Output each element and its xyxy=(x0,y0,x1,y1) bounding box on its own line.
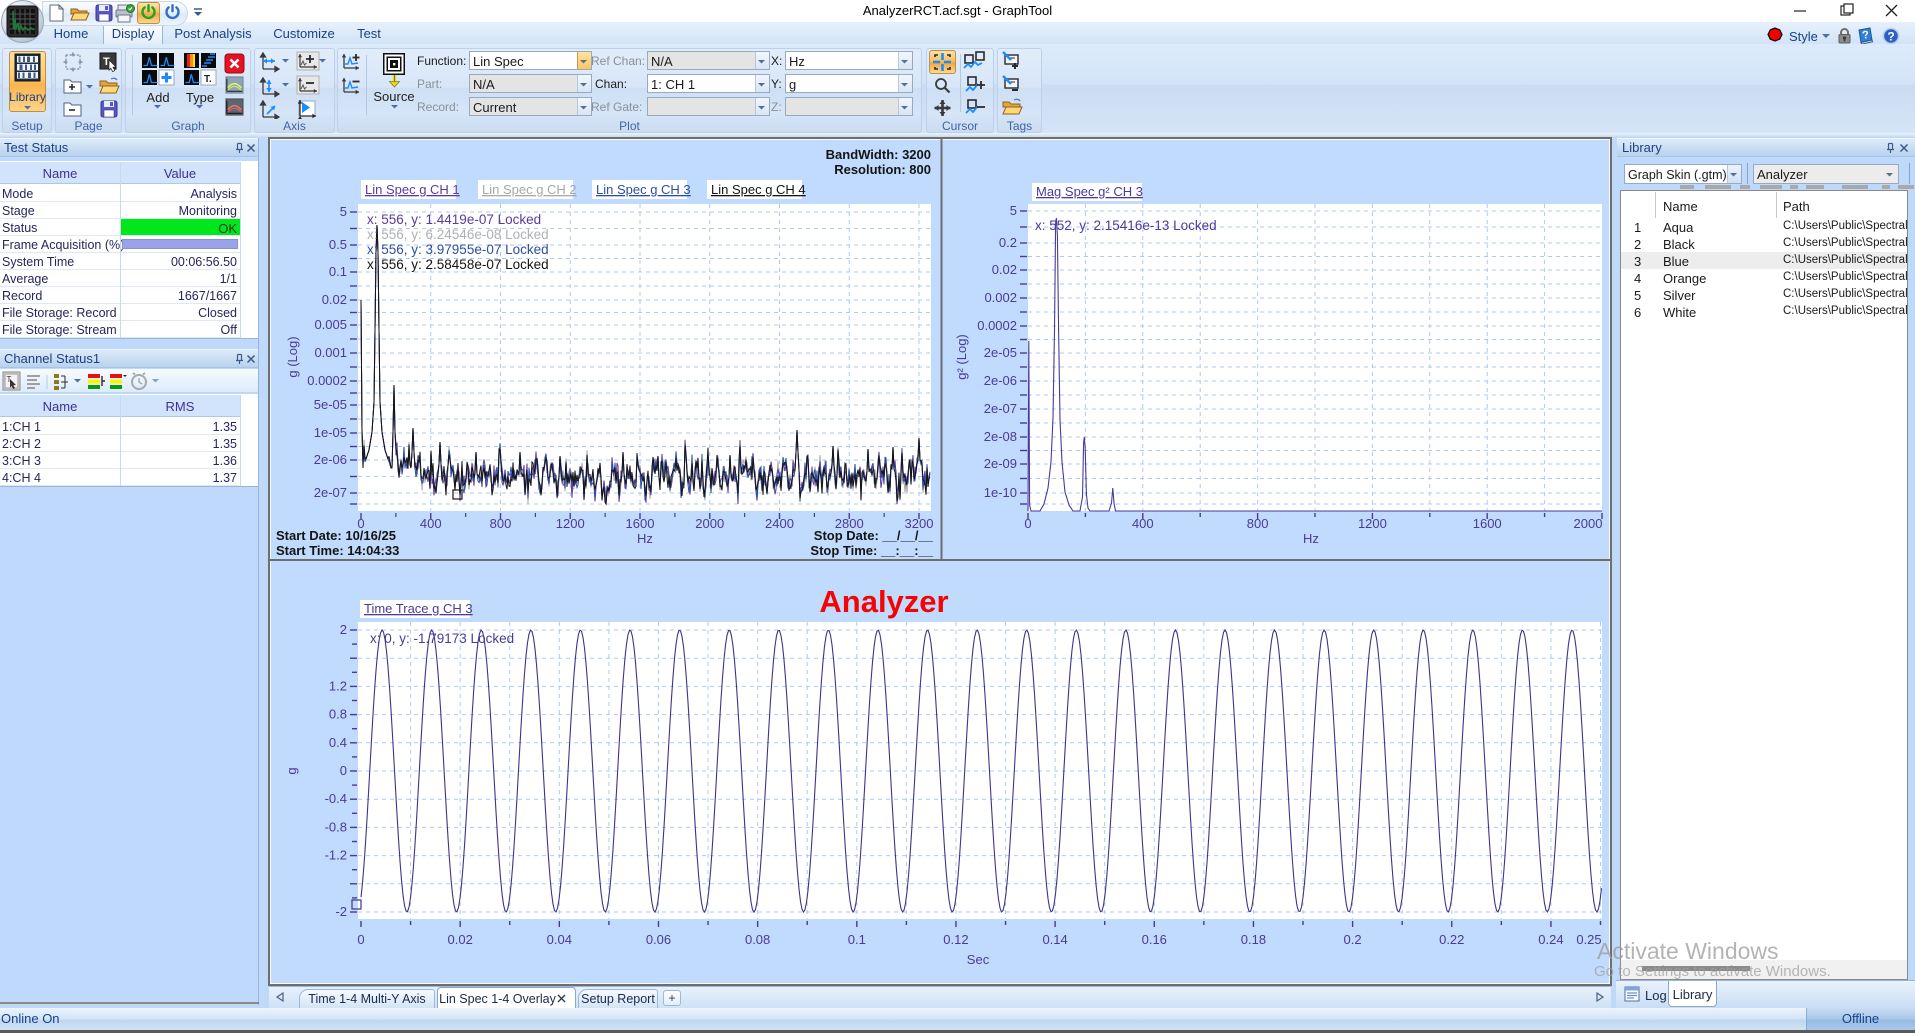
svg-text:Resolution: 800: Resolution: 800 xyxy=(834,162,931,177)
svg-text:Lin Spec g CH 4: Lin Spec g CH 4 xyxy=(711,182,806,197)
svg-text:2e-06: 2e-06 xyxy=(984,373,1017,388)
svg-text:0.04: 0.04 xyxy=(547,932,572,947)
svg-text:0.02: 0.02 xyxy=(322,292,347,307)
svg-text:2400: 2400 xyxy=(765,516,794,531)
svg-text:2000: 2000 xyxy=(695,516,724,531)
svg-text:-0.8: -0.8 xyxy=(325,819,347,834)
svg-text:Hz: Hz xyxy=(1303,531,1319,546)
svg-text:BandWidth: 3200: BandWidth: 3200 xyxy=(826,147,931,162)
svg-text:5: 5 xyxy=(340,204,347,219)
svg-text:g: g xyxy=(284,767,299,774)
svg-text:0.4: 0.4 xyxy=(329,735,347,750)
svg-text:Stop Date: __/__/__: Stop Date: __/__/__ xyxy=(814,528,934,543)
svg-text:Hz: Hz xyxy=(637,531,653,546)
svg-text:2e-09: 2e-09 xyxy=(984,456,1017,471)
svg-text:Analyzer: Analyzer xyxy=(819,584,948,619)
svg-text:0.002: 0.002 xyxy=(984,290,1017,305)
svg-text:0.0002: 0.0002 xyxy=(977,318,1017,333)
svg-text:0.24: 0.24 xyxy=(1538,932,1563,947)
svg-text:-2: -2 xyxy=(335,904,347,919)
svg-text:Mag Spec g² CH 3: Mag Spec g² CH 3 xyxy=(1036,184,1143,199)
svg-text:g (Log): g (Log) xyxy=(285,336,300,377)
svg-text:1200: 1200 xyxy=(556,516,585,531)
svg-text:0.02: 0.02 xyxy=(448,932,473,947)
svg-text:0.0002: 0.0002 xyxy=(307,373,347,388)
svg-text:1e-10: 1e-10 xyxy=(984,485,1017,500)
svg-text:2e-07: 2e-07 xyxy=(314,485,347,500)
svg-text:0.08: 0.08 xyxy=(745,932,770,947)
svg-text:800: 800 xyxy=(490,516,512,531)
svg-text:Sec: Sec xyxy=(967,952,990,967)
svg-text:0: 0 xyxy=(357,932,364,947)
svg-text:2e-05: 2e-05 xyxy=(984,345,1017,360)
svg-text:1.2: 1.2 xyxy=(329,678,347,693)
svg-text:Stop Time: __:__:__: Stop Time: __:__:__ xyxy=(810,543,933,558)
svg-text:0: 0 xyxy=(340,763,347,778)
svg-text:0.14: 0.14 xyxy=(1042,932,1067,947)
svg-text:x: 0, y: -1.79173 Locked: x: 0, y: -1.79173 Locked xyxy=(370,631,514,646)
svg-text:0.12: 0.12 xyxy=(943,932,968,947)
svg-text:1600: 1600 xyxy=(626,516,655,531)
svg-text:-1.2: -1.2 xyxy=(325,848,347,863)
svg-text:x: 556, y: 2.58458e-07 Locked: x: 556, y: 2.58458e-07 Locked xyxy=(367,257,549,272)
svg-text:Lin Spec g CH 2: Lin Spec g CH 2 xyxy=(482,182,577,197)
svg-text:2e-08: 2e-08 xyxy=(984,429,1017,444)
svg-text:0.2: 0.2 xyxy=(999,235,1017,250)
svg-text:0.06: 0.06 xyxy=(646,932,671,947)
svg-text:Start Time: 14:04:33: Start Time: 14:04:33 xyxy=(276,543,399,558)
svg-text:g² (Log): g² (Log) xyxy=(954,334,969,380)
svg-text:5e-05: 5e-05 xyxy=(314,397,347,412)
svg-text:0.18: 0.18 xyxy=(1241,932,1266,947)
svg-text:Lin Spec g CH 3: Lin Spec g CH 3 xyxy=(596,182,691,197)
svg-text:?: ? xyxy=(1887,29,1894,43)
svg-text:Start Date: 10/16/25: Start Date: 10/16/25 xyxy=(276,528,396,543)
svg-text:0.1: 0.1 xyxy=(329,264,347,279)
svg-text:x: 556, y: 6.24546e-08 Locked: x: 556, y: 6.24546e-08 Locked xyxy=(367,227,549,242)
svg-text:0.001: 0.001 xyxy=(314,345,347,360)
svg-text:-0.4: -0.4 xyxy=(325,791,347,806)
svg-text:x: 556, y: 3.97955e-07 Locked: x: 556, y: 3.97955e-07 Locked xyxy=(367,242,549,257)
svg-text:0.8: 0.8 xyxy=(329,707,347,722)
svg-text:1e-05: 1e-05 xyxy=(314,425,347,440)
svg-text:x: 556, y: 1.4419e-07 Locked: x: 556, y: 1.4419e-07 Locked xyxy=(367,212,541,227)
svg-text:0.2: 0.2 xyxy=(1344,932,1362,947)
svg-text:Time Trace g CH 3: Time Trace g CH 3 xyxy=(364,601,473,616)
svg-text:x: 552, y: 2.15416e-13 Locked: x: 552, y: 2.15416e-13 Locked xyxy=(1035,218,1217,233)
svg-text:2: 2 xyxy=(340,622,347,637)
svg-text:0.16: 0.16 xyxy=(1142,932,1167,947)
svg-text:0.22: 0.22 xyxy=(1439,932,1464,947)
svg-text:2000: 2000 xyxy=(1574,516,1603,531)
svg-text:0.005: 0.005 xyxy=(314,317,347,332)
svg-text:Lin Spec g CH 1: Lin Spec g CH 1 xyxy=(365,182,460,197)
svg-text:0.02: 0.02 xyxy=(992,262,1017,277)
svg-text:2e-07: 2e-07 xyxy=(984,401,1017,416)
svg-text:5: 5 xyxy=(1010,203,1017,218)
svg-text:2e-06: 2e-06 xyxy=(314,452,347,467)
svg-text:0.1: 0.1 xyxy=(848,932,866,947)
svg-text:400: 400 xyxy=(420,516,442,531)
svg-text:T.: T. xyxy=(204,74,212,85)
svg-text:0.5: 0.5 xyxy=(329,237,347,252)
